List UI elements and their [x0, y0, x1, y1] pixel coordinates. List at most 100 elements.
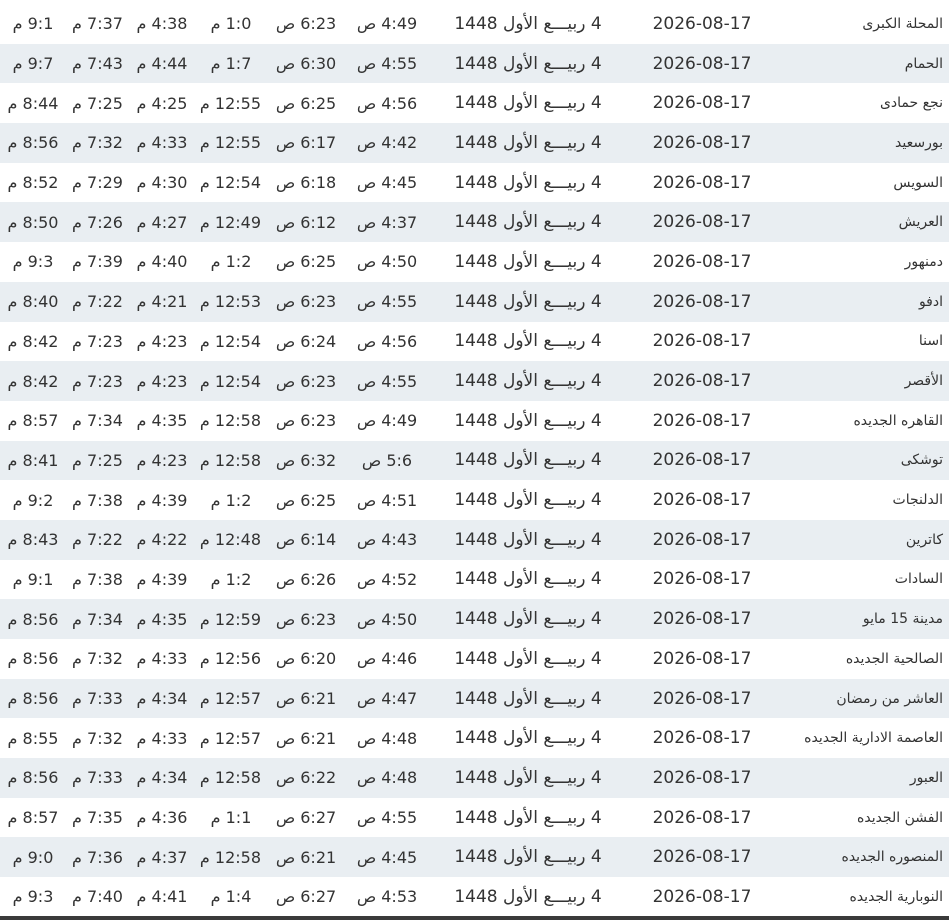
asr-time-cell: 4:34 م	[129, 678, 195, 719]
hijri-date-cell: 4 ربيـــع الأول 1448	[454, 251, 602, 272]
table-row: القاهره الجديده 2026-08-17 4 ربيـــع الأول…	[0, 401, 949, 441]
hijri-date-cell: 4 ربيـــع الأول 1448	[429, 281, 627, 322]
gregorian-date-cell: 2026-08-17	[627, 678, 777, 719]
gregorian-date-cell: 2026-08-17	[652, 490, 752, 511]
fajr-time-cell: 4:50 ص	[356, 252, 418, 272]
hijri-date-cell: 4 ربيـــع الأول 1448	[454, 93, 602, 114]
dhuhr-time-cell: 12:58 م	[195, 440, 267, 481]
table-row: النوبارية الجديده 2026-08-17 4 ربيـــع الأ…	[0, 877, 949, 917]
sunrise-time-cell: 6:21 ص	[267, 837, 345, 878]
city-cell: العاشر من رمضان	[777, 678, 949, 719]
isha-time-cell: 9:3 م	[12, 252, 54, 272]
hijri-date-cell: 4 ربيـــع الأول 1448	[429, 599, 627, 639]
asr-time-cell: 4:33 م	[136, 728, 188, 748]
hijri-date-cell: 4 ربيـــع الأول 1448	[454, 172, 602, 193]
gregorian-date-cell: 2026-08-17	[627, 123, 777, 163]
city-cell: ادفو	[777, 281, 949, 322]
city-cell: المنصوره الجديده	[777, 837, 949, 878]
maghrib-time-cell: 7:32 م	[72, 649, 123, 669]
sunrise-time-cell: 6:25 ص	[275, 93, 337, 113]
sunrise-time-cell: 6:14 ص	[267, 519, 345, 560]
asr-time-cell: 4:27 م	[129, 202, 195, 243]
city-cell: المحلة الكبرى	[862, 15, 943, 32]
gregorian-date-cell: 2026-08-17	[627, 758, 777, 798]
maghrib-time-cell: 7:22 م	[66, 519, 129, 560]
asr-time-cell: 4:35 م	[129, 599, 195, 639]
fajr-time-cell: 4:37 ص	[345, 202, 429, 243]
dhuhr-time-cell: 1:2 م	[210, 490, 252, 510]
fajr-time-cell: 4:56 ص	[356, 93, 418, 113]
city-cell: القاهره الجديده	[853, 412, 943, 429]
city-cell: السويس	[893, 174, 943, 191]
table-row: السادات 2026-08-17 4 ربيـــع الأول 1448 4:5…	[0, 560, 949, 600]
asr-time-cell: 4:30 م	[136, 173, 188, 193]
fajr-time-cell: 4:46 ص	[356, 649, 418, 669]
gregorian-date-cell: 2026-08-17	[627, 440, 777, 481]
table-row: كاترين 2026-08-17 4 ربيـــع الأول 1448 4:43…	[0, 519, 949, 560]
maghrib-time-cell: 7:38 م	[72, 490, 123, 510]
sunrise-time-cell: 6:25 ص	[275, 252, 337, 272]
hijri-date-cell: 4 ربيـــع الأول 1448	[429, 519, 627, 560]
asr-time-cell: 4:33 م	[136, 649, 188, 669]
dhuhr-time-cell: 1:4 م	[210, 887, 252, 907]
gregorian-date-cell: 2026-08-17	[652, 331, 752, 352]
table-row: ادفو 2026-08-17 4 ربيـــع الأول 1448 4:55 ص…	[0, 281, 949, 322]
dhuhr-time-cell: 12:56 م	[199, 649, 261, 669]
city-cell: نجع حمادى	[879, 95, 943, 112]
maghrib-time-cell: 7:23 م	[72, 331, 123, 351]
prayer-times-page: المحلة الكبرى 2026-08-17 4 ربيـــع الأول 1…	[0, 0, 949, 920]
table-row: الفشن الجديده 2026-08-17 4 ربيـــع الأول 1…	[0, 798, 949, 838]
hijri-date-cell: 4 ربيـــع الأول 1448	[429, 678, 627, 719]
fajr-time-cell: 4:42 ص	[345, 123, 429, 163]
maghrib-time-cell: 7:36 م	[66, 837, 129, 878]
gregorian-date-cell: 2026-08-17	[652, 93, 752, 114]
dhuhr-time-cell: 12:54 م	[199, 173, 261, 193]
asr-time-cell: 4:23 م	[129, 440, 195, 481]
dhuhr-time-cell: 12:55 م	[199, 93, 261, 113]
sunrise-time-cell: 6:23 ص	[275, 14, 337, 34]
gregorian-date-cell: 2026-08-17	[627, 837, 777, 878]
maghrib-time-cell: 7:43 م	[66, 43, 129, 84]
table-row: الأقصر 2026-08-17 4 ربيـــع الأول 1448 4:55…	[0, 361, 949, 401]
table-row: مدينة 15 مايو 2026-08-17 4 ربيـــع الأول 1…	[0, 599, 949, 639]
hijri-date-cell: 4 ربيـــع الأول 1448	[454, 331, 602, 352]
hijri-date-cell: 4 ربيـــع الأول 1448	[429, 361, 627, 401]
isha-time-cell: 8:55 م	[7, 728, 59, 748]
dhuhr-time-cell: 12:58 م	[199, 411, 261, 431]
fajr-time-cell: 4:48 ص	[345, 758, 429, 798]
sunrise-time-cell: 6:22 ص	[267, 758, 345, 798]
asr-time-cell: 4:23 م	[136, 331, 188, 351]
maghrib-time-cell: 7:35 م	[72, 808, 123, 828]
dhuhr-time-cell: 12:48 م	[195, 519, 267, 560]
gregorian-date-cell: 2026-08-17	[627, 519, 777, 560]
sunrise-time-cell: 6:26 ص	[275, 569, 337, 589]
fajr-time-cell: 4:43 ص	[345, 519, 429, 560]
gregorian-date-cell: 2026-08-17	[627, 43, 777, 84]
sunrise-time-cell: 6:24 ص	[275, 331, 337, 351]
fajr-time-cell: 4:55 ص	[356, 808, 418, 828]
table-row: الدلنجات 2026-08-17 4 ربيـــع الأول 1448 4:…	[0, 480, 949, 520]
fajr-time-cell: 5:6 ص	[345, 440, 429, 481]
hijri-date-cell: 4 ربيـــع الأول 1448	[454, 569, 602, 590]
city-cell: توشكى	[777, 440, 949, 481]
hijri-date-cell: 4 ربيـــع الأول 1448	[429, 440, 627, 481]
dhuhr-time-cell: 12:58 م	[195, 837, 267, 878]
table-row: المحلة الكبرى 2026-08-17 4 ربيـــع الأول 1…	[0, 4, 949, 44]
fajr-time-cell: 4:55 ص	[345, 281, 429, 322]
fajr-time-cell: 4:55 ص	[345, 43, 429, 84]
fajr-time-cell: 4:56 ص	[356, 331, 418, 351]
sunrise-time-cell: 6:20 ص	[275, 649, 337, 669]
asr-time-cell: 4:44 م	[129, 43, 195, 84]
sunrise-time-cell: 6:18 ص	[275, 173, 337, 193]
sunrise-time-cell: 6:27 ص	[275, 887, 337, 907]
gregorian-date-cell: 2026-08-17	[652, 807, 752, 828]
city-cell: دمنهور	[904, 253, 943, 270]
maghrib-time-cell: 7:40 م	[72, 887, 123, 907]
isha-time-cell: 8:40 م	[0, 281, 66, 322]
sunrise-time-cell: 6:23 ص	[267, 281, 345, 322]
sunrise-time-cell: 6:32 ص	[267, 440, 345, 481]
isha-time-cell: 8:56 م	[0, 599, 66, 639]
maghrib-time-cell: 7:22 م	[66, 281, 129, 322]
table-row: بورسعيد 2026-08-17 4 ربيـــع الأول 1448 4:4…	[0, 123, 949, 163]
dhuhr-time-cell: 1:2 م	[210, 252, 252, 272]
